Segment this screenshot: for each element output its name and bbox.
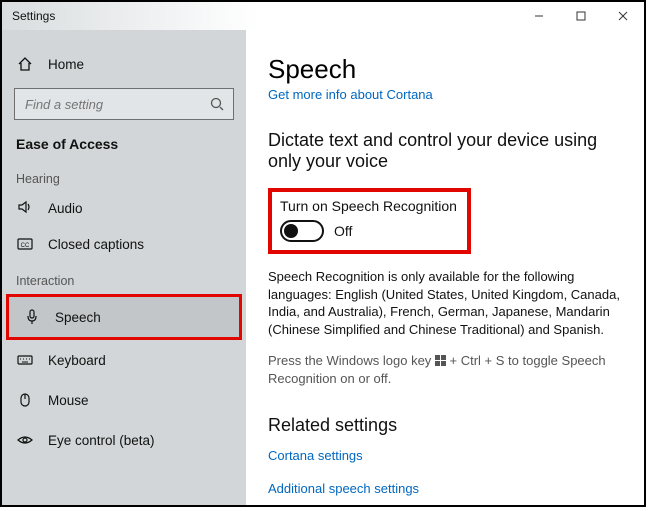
sidebar-mouse[interactable]: Mouse bbox=[2, 380, 246, 420]
content-pane: Speech Get more info about Cortana Dicta… bbox=[246, 30, 644, 505]
cc-icon: CC bbox=[16, 235, 34, 253]
toggle-label: Turn on Speech Recognition bbox=[280, 198, 457, 214]
sidebar: Home Ease of Access Hearing Audio bbox=[2, 30, 246, 505]
sidebar-speech[interactable]: Speech bbox=[9, 297, 239, 337]
maximize-button[interactable] bbox=[560, 2, 602, 30]
page-title: Speech bbox=[268, 54, 622, 85]
sidebar-keyboard-label: Keyboard bbox=[48, 353, 106, 368]
sidebar-closed-captions[interactable]: CC Closed captions bbox=[2, 224, 246, 264]
search-field[interactable] bbox=[23, 96, 209, 113]
search-input[interactable] bbox=[14, 88, 234, 120]
toggle-state: Off bbox=[334, 223, 352, 239]
sidebar-keyboard[interactable]: Keyboard bbox=[2, 340, 246, 380]
sidebar-eye-control[interactable]: Eye control (beta) bbox=[2, 420, 246, 460]
highlight-toggle: Turn on Speech Recognition Off bbox=[268, 188, 471, 254]
group-hearing: Hearing bbox=[2, 162, 246, 192]
sidebar-eye-label: Eye control (beta) bbox=[48, 433, 155, 448]
sidebar-audio[interactable]: Audio bbox=[2, 192, 246, 224]
additional-speech-link[interactable]: Additional speech settings bbox=[268, 481, 622, 496]
keyboard-icon bbox=[16, 351, 34, 369]
dictate-heading: Dictate text and control your device usi… bbox=[268, 130, 622, 172]
window-title: Settings bbox=[12, 9, 55, 23]
eye-icon bbox=[16, 431, 34, 449]
toggle-knob bbox=[284, 224, 298, 238]
window-controls bbox=[518, 2, 644, 30]
shortcut-hint: Press the Windows logo key + Ctrl + S to… bbox=[268, 352, 622, 387]
cortana-settings-link[interactable]: Cortana settings bbox=[268, 448, 622, 463]
related-settings-heading: Related settings bbox=[268, 415, 622, 436]
speaker-icon bbox=[16, 198, 34, 216]
group-interaction: Interaction bbox=[2, 264, 246, 294]
microphone-icon bbox=[23, 308, 41, 326]
availability-text: Speech Recognition is only available for… bbox=[268, 268, 622, 338]
home-icon bbox=[16, 55, 34, 73]
mouse-icon bbox=[16, 391, 34, 409]
ease-of-access-heading: Ease of Access bbox=[2, 130, 246, 162]
speech-recognition-toggle[interactable] bbox=[280, 220, 324, 242]
sidebar-mouse-label: Mouse bbox=[48, 393, 89, 408]
minimize-button[interactable] bbox=[518, 2, 560, 30]
search-icon bbox=[209, 96, 225, 112]
sidebar-home[interactable]: Home bbox=[2, 44, 246, 84]
sidebar-home-label: Home bbox=[48, 57, 84, 72]
highlight-speech-sidebar: Speech bbox=[6, 294, 242, 340]
sidebar-audio-label: Audio bbox=[48, 201, 83, 216]
sidebar-cc-label: Closed captions bbox=[48, 237, 144, 252]
svg-text:CC: CC bbox=[21, 243, 30, 249]
windows-logo-icon bbox=[435, 355, 446, 366]
cortana-info-link[interactable]: Get more info about Cortana bbox=[268, 87, 622, 102]
close-button[interactable] bbox=[602, 2, 644, 30]
titlebar: Settings bbox=[2, 2, 644, 30]
sidebar-speech-label: Speech bbox=[55, 310, 101, 325]
